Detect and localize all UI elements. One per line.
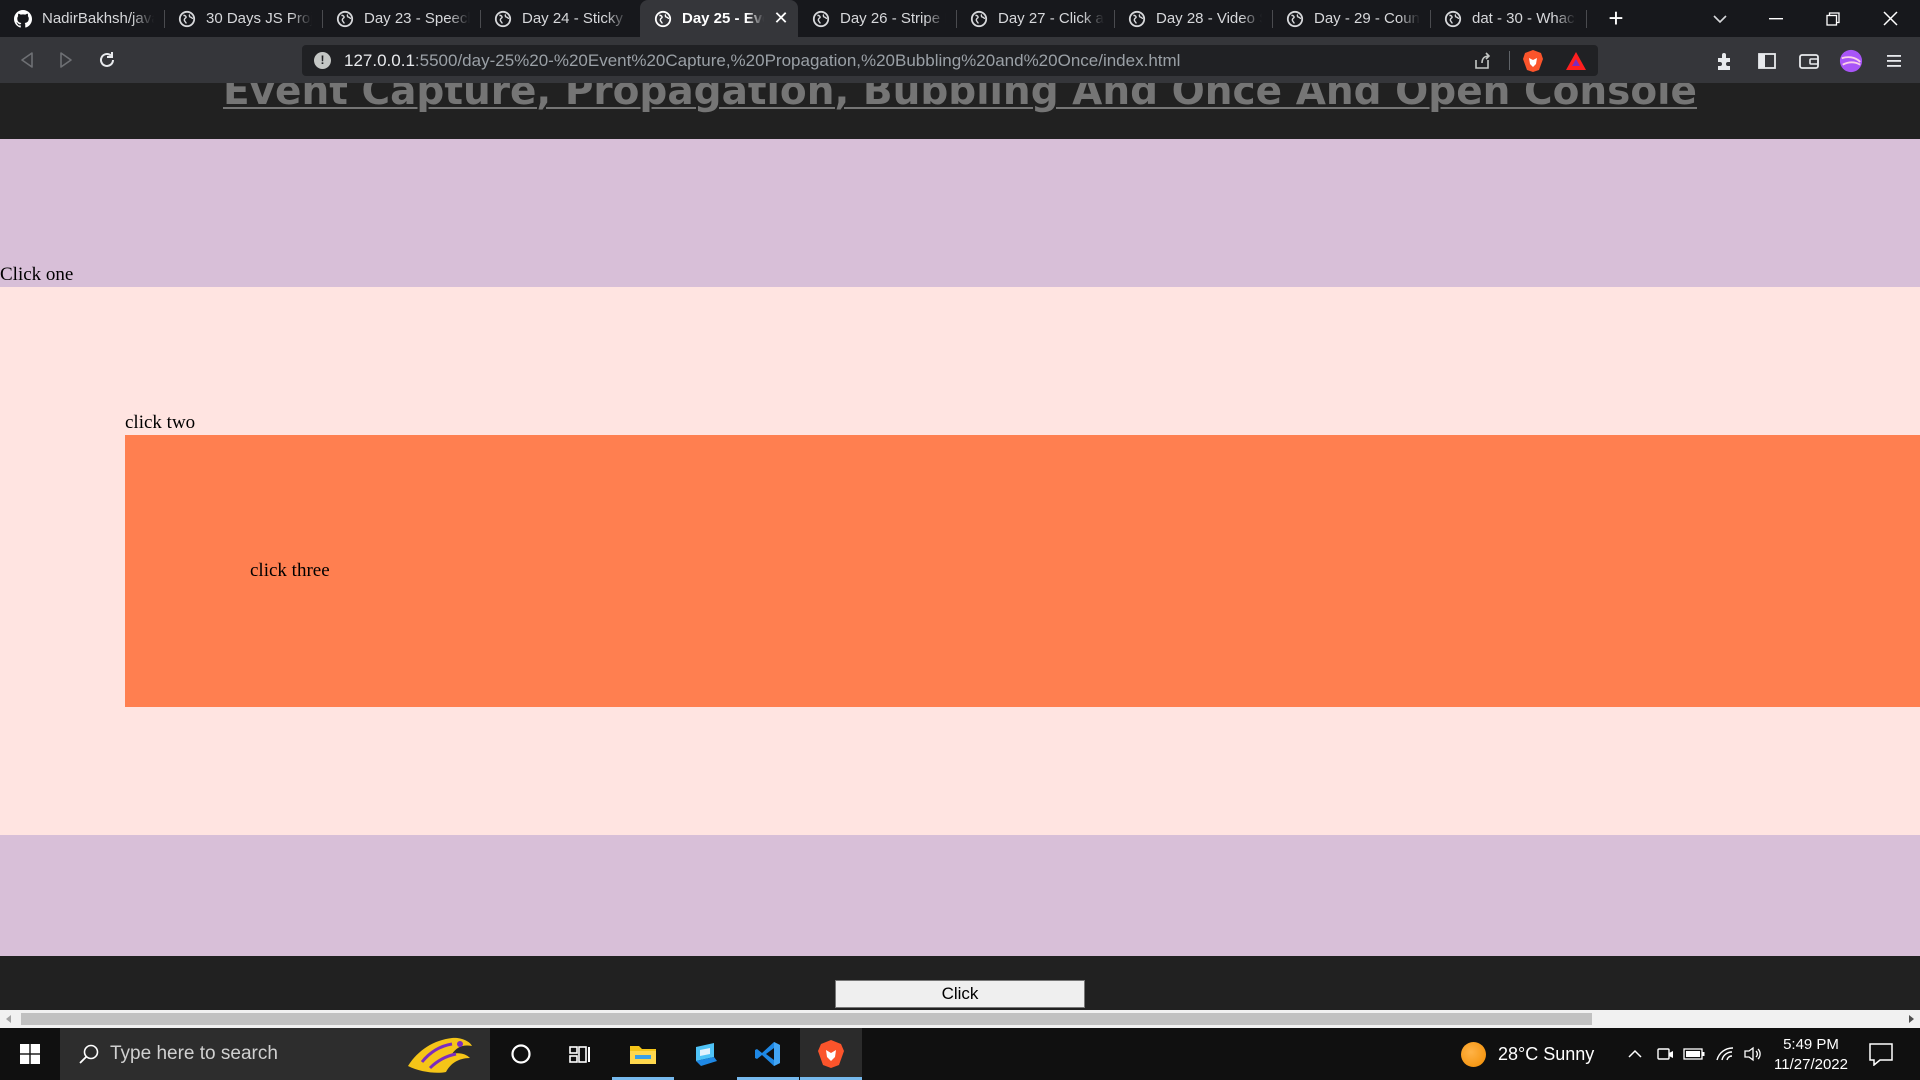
search-highlight-art-icon [408, 1037, 472, 1073]
div-three[interactable]: click three [125, 435, 1920, 707]
taskbar-search-box[interactable]: Type here to search [60, 1028, 490, 1080]
globe-icon [654, 10, 672, 27]
brave-rewards-icon[interactable] [1565, 51, 1587, 71]
globe-icon [1444, 10, 1462, 27]
weather-text[interactable]: 28°C Sunny [1498, 1044, 1594, 1065]
tray-chevron-up-icon[interactable] [1624, 1044, 1646, 1064]
windows-taskbar: Type here to search 28°C Sunny 5:49 PM 1… [0, 1028, 1920, 1080]
globe-icon [494, 10, 512, 27]
address-bar[interactable]: ! 127.0.0.1:5500/day-25%20-%20Event%20Ca… [302, 45, 1598, 76]
omnibox-divider [1509, 51, 1510, 70]
tab-separator [1586, 10, 1587, 28]
scrollbar-thumb[interactable] [21, 1013, 1592, 1025]
search-placeholder: Type here to search [110, 1043, 278, 1064]
tab-30-days[interactable]: 30 Days JS Projects [164, 0, 322, 37]
div-two[interactable]: click two click three [0, 287, 1920, 835]
globe-icon [1286, 10, 1304, 27]
tab-label: Day 23 - Speech [364, 10, 470, 27]
clock-date: 11/27/2022 [1774, 1056, 1848, 1073]
tab-label: Day - 29 - Countdown [1314, 10, 1420, 27]
volume-icon[interactable] [1742, 1044, 1764, 1064]
close-tab-icon[interactable]: ✕ [772, 9, 790, 27]
tab-search-chevron-icon[interactable] [1692, 0, 1748, 37]
task-view-icon[interactable] [549, 1028, 611, 1080]
tab-day-23[interactable]: Day 23 - Speech [322, 0, 480, 37]
tab-label: dat - 30 - Whack [1472, 10, 1576, 27]
cortana-icon[interactable] [490, 1028, 552, 1080]
scroll-left-icon[interactable] [0, 1010, 18, 1028]
tab-label: Day 26 - Stripe Follow [840, 10, 946, 27]
div-three-label: click three [250, 560, 330, 581]
profile-avatar-icon[interactable] [1839, 49, 1863, 73]
tab-github[interactable]: NadirBakhsh/javascript30 [0, 0, 164, 37]
back-icon[interactable] [14, 47, 40, 73]
tab-day-29[interactable]: Day - 29 - Countdown [1272, 0, 1430, 37]
weather-sun-icon[interactable] [1461, 1042, 1486, 1067]
tab-label: Day 27 - Click and Drag [998, 10, 1104, 27]
tab-day-28[interactable]: Day 28 - Video Speed [1114, 0, 1272, 37]
close-window-icon[interactable] [1862, 0, 1918, 37]
page-header: Event Capture, Propagation, Bubbling And… [0, 83, 1920, 139]
tab-strip: NadirBakhsh/javascript30 30 Days JS Proj… [0, 0, 1920, 37]
scroll-right-icon[interactable] [1902, 1010, 1920, 1028]
github-icon [14, 9, 32, 28]
div-one[interactable]: Click one click two click three [0, 139, 1920, 956]
file-explorer-icon[interactable] [612, 1028, 674, 1080]
tab-day-26[interactable]: Day 26 - Stripe Follow [798, 0, 956, 37]
brave-shields-icon[interactable] [1522, 49, 1544, 73]
tab-day-30[interactable]: dat - 30 - Whack [1430, 0, 1586, 37]
meet-now-icon[interactable] [1654, 1044, 1676, 1064]
share-icon[interactable] [1472, 51, 1492, 71]
brave-browser-icon[interactable] [800, 1028, 862, 1080]
globe-icon [970, 10, 988, 27]
wallet-icon[interactable] [1797, 49, 1821, 73]
notification-center-icon[interactable] [1868, 1042, 1894, 1066]
url-text[interactable]: 127.0.0.1:5500/day-25%20-%20Event%20Capt… [344, 51, 1180, 71]
browser-toolbar: ! 127.0.0.1:5500/day-25%20-%20Event%20Ca… [0, 37, 1920, 83]
div-one-label: Click one [0, 264, 74, 285]
page-title: Event Capture, Propagation, Bubbling And… [222, 83, 1698, 114]
tab-day-24[interactable]: Day 24 - Sticky Nav [480, 0, 638, 37]
page-viewport: Event Capture, Propagation, Bubbling And… [0, 83, 1920, 1010]
clock-time: 5:49 PM [1783, 1036, 1839, 1053]
globe-icon [812, 10, 830, 27]
tab-label: NadirBakhsh/javascript30 [42, 10, 154, 27]
site-info-icon[interactable]: ! [314, 52, 331, 69]
horizontal-scrollbar[interactable] [0, 1010, 1920, 1028]
tab-day-25-active[interactable]: Day 25 - Event ✕ [640, 0, 798, 37]
div-two-label: click two [125, 412, 196, 433]
tab-label: Day 24 - Sticky Nav [522, 10, 628, 27]
click-button[interactable]: Click [835, 980, 1085, 1008]
extensions-icon[interactable] [1713, 49, 1737, 73]
forward-icon[interactable] [53, 47, 79, 73]
taskbar-clock[interactable]: 5:49 PM 11/27/2022 [1766, 1035, 1856, 1075]
tab-day-27[interactable]: Day 27 - Click and Drag [956, 0, 1114, 37]
tab-label: 30 Days JS Projects [206, 10, 312, 27]
restore-icon[interactable] [1805, 0, 1861, 37]
search-icon [79, 1044, 99, 1064]
tab-label: Day 28 - Video Speed [1156, 10, 1262, 27]
wifi-icon[interactable] [1714, 1044, 1736, 1064]
minimize-icon[interactable] [1748, 0, 1804, 37]
vscode-icon[interactable] [737, 1028, 799, 1080]
tab-label: Day 25 - Event [682, 10, 764, 27]
globe-icon [178, 10, 196, 27]
battery-icon[interactable] [1683, 1044, 1705, 1064]
app-window-icon[interactable] [675, 1028, 737, 1080]
new-tab-button[interactable]: + [1602, 5, 1630, 33]
globe-icon [1128, 10, 1146, 27]
menu-icon[interactable] [1882, 49, 1906, 73]
sidebar-icon[interactable] [1755, 49, 1779, 73]
reload-icon[interactable] [94, 47, 120, 73]
globe-icon [336, 10, 354, 27]
windows-start-icon[interactable] [0, 1028, 60, 1080]
